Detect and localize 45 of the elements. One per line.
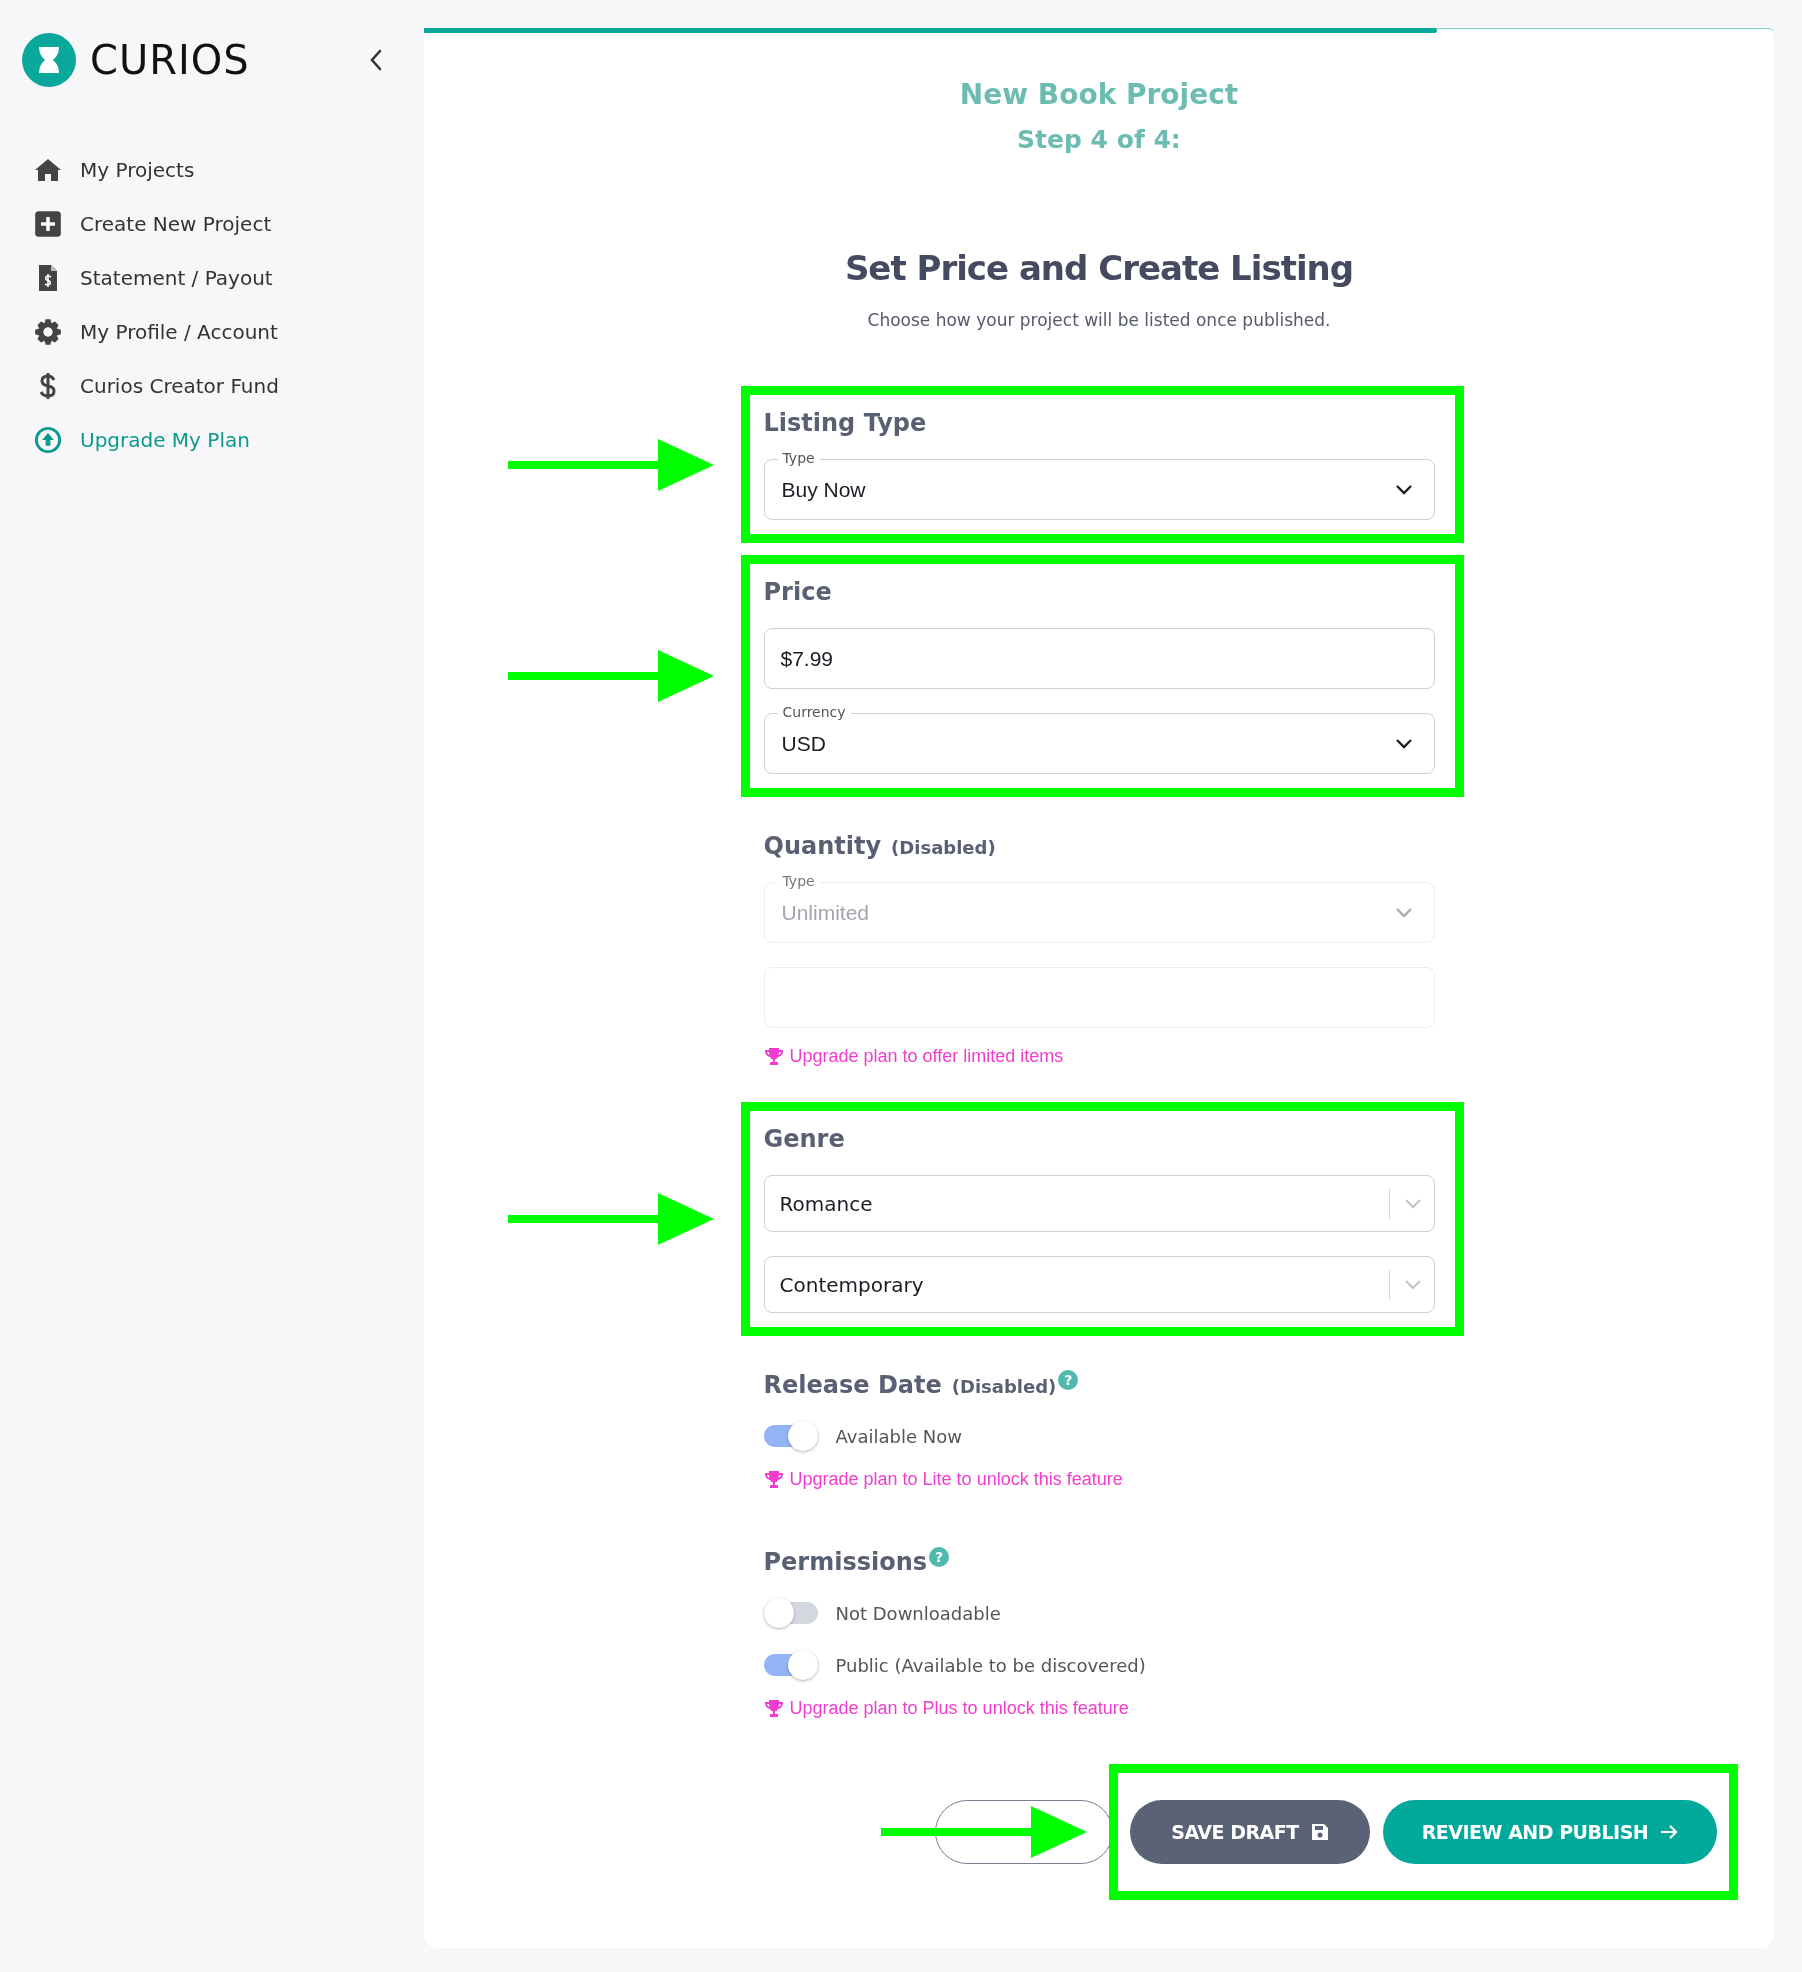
- chevron-down-icon: [1394, 906, 1413, 919]
- project-title: New Book Project: [959, 78, 1239, 111]
- select-field[interactable]: Contemporary: [763, 1256, 1435, 1313]
- input-field[interactable]: $7.99: [763, 628, 1435, 689]
- trophy-icon: [763, 1469, 784, 1490]
- page-heading: Set Price and Create Listing: [844, 248, 1354, 288]
- plus-icon: [34, 210, 62, 238]
- section-title: Release Date: [763, 1371, 942, 1399]
- sidebar-item[interactable]: Create New Project: [34, 207, 272, 241]
- home-icon: [34, 156, 62, 184]
- trophy-icon: [763, 1698, 784, 1719]
- select-field[interactable]: Romance: [763, 1175, 1435, 1232]
- arrow-right-icon: [1660, 1823, 1679, 1841]
- logo-icon: [22, 33, 76, 87]
- toggle-label: Available Now: [835, 1425, 962, 1447]
- select-field[interactable]: Type Buy Now: [763, 448, 1435, 520]
- sidebar-item[interactable]: My Projects: [34, 153, 195, 187]
- toggle-switch[interactable]: [763, 1598, 818, 1628]
- chevron-down-icon: [1403, 1197, 1422, 1210]
- toggle-label: Public (Available to be discovered): [835, 1654, 1146, 1676]
- collapse-icon[interactable]: [368, 48, 384, 72]
- sidebar-item[interactable]: My Profile / Account: [34, 315, 278, 349]
- chevron-down-icon: [1403, 1278, 1422, 1291]
- page-subtitle: Choose how your project will be listed once published.: [867, 310, 1331, 330]
- step-label: Step 4 of 4:: [1017, 125, 1181, 154]
- section-title: Price: [763, 578, 832, 606]
- sidebar-item[interactable]: Statement / Payout: [34, 261, 273, 295]
- section-title: Quantity: [763, 832, 882, 860]
- toggle-label: Not Downloadable: [835, 1602, 1001, 1624]
- section-title: Genre: [763, 1125, 845, 1153]
- chevron-down-icon: [1394, 483, 1413, 496]
- gear-icon: [34, 318, 62, 346]
- section-title: Permissions: [763, 1548, 928, 1576]
- sidebar-item[interactable]: Curios Creator Fund: [34, 369, 279, 403]
- toggle-switch[interactable]: [763, 1650, 818, 1680]
- section-title: Listing Type: [763, 409, 927, 437]
- section-note: (Disabled): [951, 1376, 1057, 1397]
- save-draft-button[interactable]: SAVE DRAFT: [1130, 1800, 1370, 1864]
- chevron-down-icon: [1394, 737, 1413, 750]
- trophy-icon: [763, 1046, 784, 1067]
- section-note: (Disabled): [891, 837, 996, 858]
- upgrade-icon: [34, 426, 62, 454]
- select-field[interactable]: Currency USD: [763, 702, 1435, 774]
- toggle-switch[interactable]: [763, 1421, 818, 1451]
- logo-text: CURIOS: [90, 37, 250, 83]
